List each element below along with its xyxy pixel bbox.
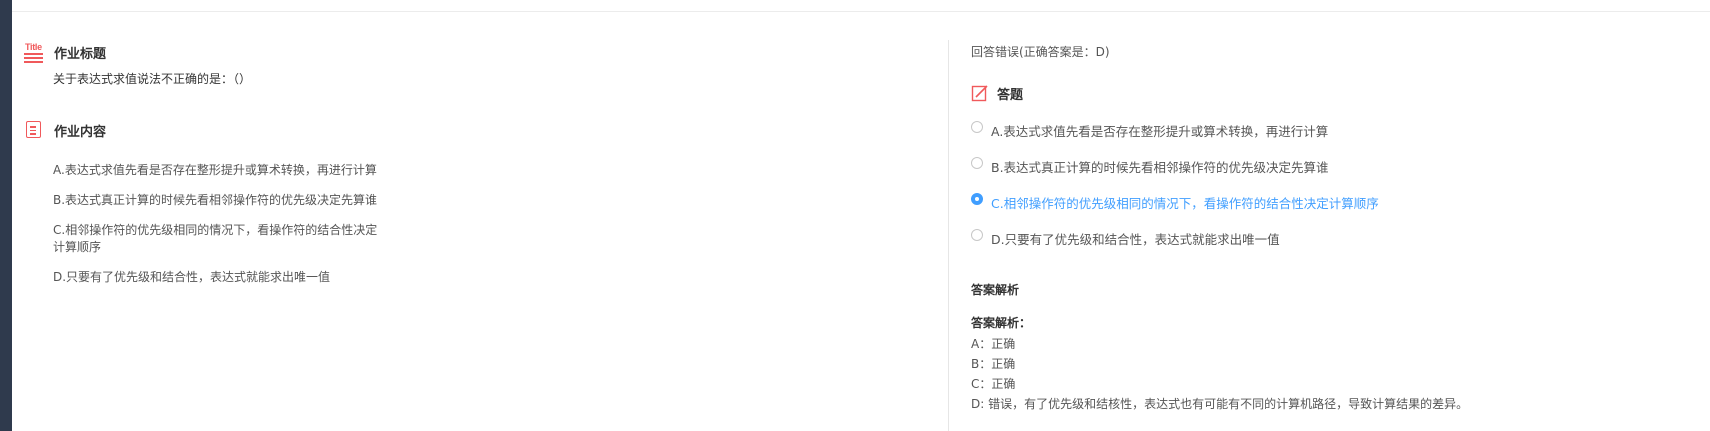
left-sidebar-edge	[0, 0, 12, 431]
analysis-line: A：正确	[971, 337, 1016, 351]
content-option: A.表达式求值先看是否存在整形提升或算术转换，再进行计算	[53, 163, 377, 177]
document-icon-line	[30, 126, 36, 128]
homework-content-heading: 作业内容	[54, 125, 107, 140]
document-icon	[26, 121, 41, 138]
choice-b-radio[interactable]	[971, 157, 983, 169]
content-option: D.只要有了优先级和结合性，表达式就能求出唯一值	[53, 270, 331, 284]
content-option: B.表达式真正计算的时候先看相邻操作符的优先级决定先算谁	[53, 193, 378, 207]
analysis-line: D: 错误，有了优先级和结核性，表达式也有可能有不同的计算机路径，导致计算结果的…	[971, 397, 1469, 411]
choice-a-radio[interactable]	[971, 121, 983, 133]
title-icon: Title	[22, 42, 46, 64]
analysis-title: 答案解析：	[971, 316, 1032, 330]
edit-icon-svg	[971, 85, 988, 102]
content-option: C.相邻操作符的优先级相同的情况下，看操作符的结合性决定	[53, 223, 378, 237]
choice-a-label[interactable]: A.表达式求值先看是否存在整形提升或算术转换，再进行计算	[991, 121, 1328, 140]
analysis-heading: 答案解析	[971, 283, 1020, 297]
document-icon-line	[30, 133, 36, 135]
title-icon-text: Title	[25, 42, 42, 52]
content-option-continued: 计算顺序	[53, 240, 102, 254]
document-icon-line	[30, 129, 36, 131]
column-divider	[948, 40, 949, 431]
header-divider	[12, 11, 1710, 12]
analysis-line: B：正确	[971, 357, 1016, 371]
choice-c-label[interactable]: C.相邻操作符的优先级相同的情况下，看操作符的结合性决定计算顺序	[991, 193, 1379, 212]
choice-c-radio[interactable]	[971, 193, 983, 205]
edit-icon	[971, 84, 989, 102]
homework-title-heading: 作业标题	[54, 47, 107, 62]
answer-heading: 答题	[997, 88, 1024, 103]
choice-b-label[interactable]: B.表达式真正计算的时候先看相邻操作符的优先级决定先算谁	[991, 157, 1329, 176]
title-icon-line	[24, 61, 43, 63]
title-icon-line	[24, 53, 43, 55]
choice-d-label[interactable]: D.只要有了优先级和结合性，表达式就能求出唯一值	[991, 229, 1280, 248]
answer-result: 回答错误(正确答案是：D)	[971, 45, 1110, 59]
analysis-line: C：正确	[971, 377, 1016, 391]
title-icon-line	[24, 57, 43, 59]
choice-d-radio[interactable]	[971, 229, 983, 241]
homework-question: 关于表达式求值说法不正确的是：（）	[53, 72, 252, 86]
